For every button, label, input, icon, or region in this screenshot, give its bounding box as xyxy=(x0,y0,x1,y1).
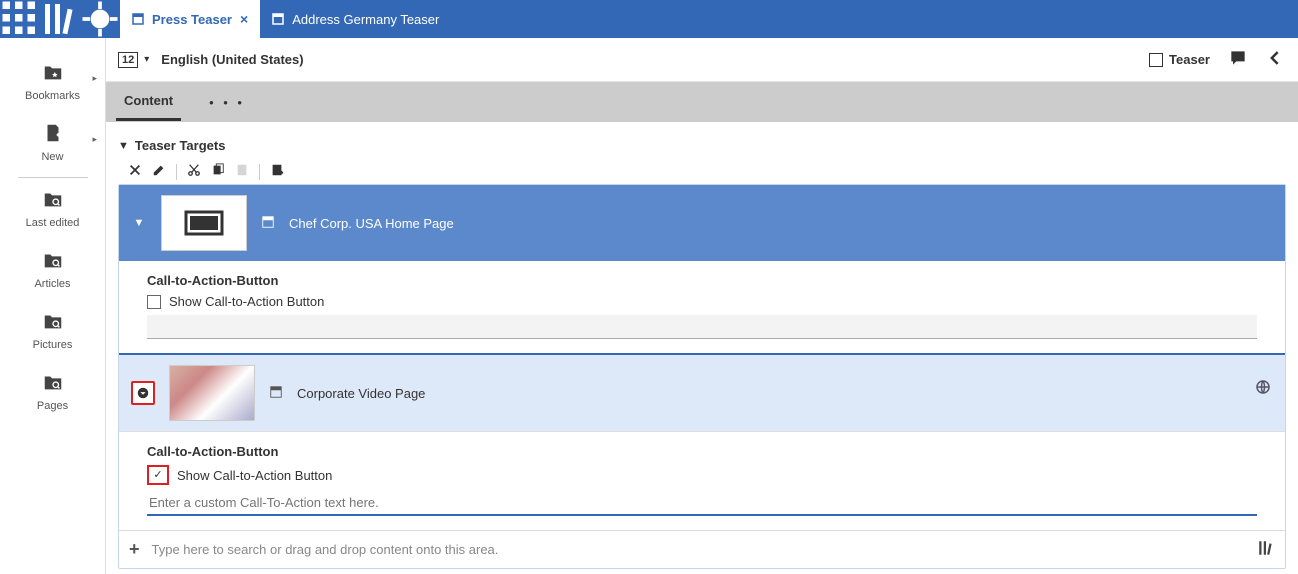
comments-icon[interactable] xyxy=(1228,48,1248,71)
sidebar-item-bookmarks[interactable]: Bookmarks ▸ xyxy=(0,53,105,114)
locale-selector[interactable]: 12 ▾ xyxy=(118,52,149,68)
edit-icon[interactable] xyxy=(152,163,166,180)
sidebar-item-label: Bookmarks xyxy=(0,90,105,102)
locale-badge-count: 12 xyxy=(118,52,138,68)
sidebar-item-label: Pages xyxy=(0,400,105,412)
folder-search-icon xyxy=(42,371,64,396)
chevron-down-icon: ▾ xyxy=(144,54,149,65)
panel-title-row[interactable]: ▼ Teaser Targets xyxy=(118,132,1286,159)
target-label: Corporate Video Page xyxy=(297,386,425,401)
tab-label: Press Teaser xyxy=(152,12,232,27)
show-cta-checkbox[interactable]: ✓ xyxy=(147,295,161,309)
collapse-caret-icon: ▼ xyxy=(118,140,129,152)
apps-icon[interactable] xyxy=(0,0,40,38)
chevron-right-icon: ▸ xyxy=(92,134,97,145)
target-thumbnail xyxy=(161,195,247,251)
app-topbar: Press Teaser × Address Germany Teaser xyxy=(0,0,1298,38)
panel-title: Teaser Targets xyxy=(135,138,226,153)
library-icon[interactable] xyxy=(1257,539,1275,560)
delete-icon[interactable] xyxy=(128,163,142,180)
target-header[interactable]: ▼ Chef Corp. USA Home Page xyxy=(119,185,1285,261)
sidebar-item-new[interactable]: New ▸ xyxy=(0,114,105,175)
cta-checkbox-label: Show Call-to-Action Button xyxy=(177,468,332,483)
target-label: Chef Corp. USA Home Page xyxy=(289,216,454,231)
locale-bar: 12 ▾ English (United States) Teaser xyxy=(106,38,1298,82)
cta-checkbox-row: ✓ Show Call-to-Action Button xyxy=(147,294,1257,309)
paste-icon[interactable] xyxy=(235,163,249,180)
cta-section: Call-to-Action-Button ✓ Show Call-to-Act… xyxy=(119,261,1285,353)
targets-toolbar xyxy=(118,159,1286,184)
folder-search-icon xyxy=(42,310,64,335)
sidebar: Bookmarks ▸ New ▸ Last edited Articles P… xyxy=(0,38,106,574)
content-tab-row: Content • • • xyxy=(106,82,1298,122)
add-hint: Type here to search or drag and drop con… xyxy=(152,542,499,557)
tab-label: Address Germany Teaser xyxy=(292,12,439,27)
library-icon[interactable] xyxy=(40,0,80,38)
folder-search-icon xyxy=(42,188,64,213)
cta-text-input[interactable] xyxy=(147,315,1257,339)
sidebar-item-label: Last edited xyxy=(0,217,105,229)
sidebar-item-articles[interactable]: Articles xyxy=(0,241,105,302)
cta-section: Call-to-Action-Button ✓ Show Call-to-Act… xyxy=(119,432,1285,530)
tab-content[interactable]: Content xyxy=(116,83,181,121)
separator xyxy=(259,164,260,180)
sidebar-item-last-edited[interactable]: Last edited xyxy=(0,180,105,241)
sidebar-item-label: New xyxy=(0,151,105,163)
type-indicator: Teaser xyxy=(1149,52,1210,67)
type-label: Teaser xyxy=(1169,52,1210,67)
locale-name: English (United States) xyxy=(161,52,303,67)
teaser-type-icon xyxy=(1149,53,1163,67)
main-area: 12 ▾ English (United States) Teaser Cont… xyxy=(106,38,1298,574)
page-icon xyxy=(261,215,275,232)
tab-address-germany-teaser[interactable]: Address Germany Teaser xyxy=(260,0,451,38)
sidebar-item-pictures[interactable]: Pictures xyxy=(0,302,105,363)
globe-icon[interactable] xyxy=(1255,379,1271,398)
expand-caret-icon[interactable] xyxy=(131,381,155,405)
target-list: ▼ Chef Corp. USA Home Page Call-to-Actio… xyxy=(118,184,1286,569)
right-tools: Teaser xyxy=(1149,48,1286,71)
sidebar-item-label: Pictures xyxy=(0,339,105,351)
close-icon[interactable]: × xyxy=(240,11,248,27)
chevron-right-icon: ▸ xyxy=(92,73,97,84)
tab-more-icon[interactable]: • • • xyxy=(201,85,253,120)
cta-title: Call-to-Action-Button xyxy=(147,273,1257,288)
show-cta-checkbox[interactable]: ✓ xyxy=(147,465,169,485)
add-icon[interactable]: + xyxy=(129,539,140,560)
expand-caret-icon[interactable]: ▼ xyxy=(131,217,147,229)
cta-checkbox-row: ✓ Show Call-to-Action Button xyxy=(147,465,1257,485)
add-target-row: + Type here to search or drag and drop c… xyxy=(119,530,1285,568)
folder-search-icon xyxy=(42,249,64,274)
page-icon xyxy=(269,385,283,402)
cut-icon[interactable] xyxy=(187,163,201,180)
cta-text-input[interactable] xyxy=(147,491,1257,516)
cta-checkbox-label: Show Call-to-Action Button xyxy=(169,294,324,309)
copy-icon[interactable] xyxy=(211,163,225,180)
content-area: ▼ Teaser Targets ▼ xyxy=(106,122,1298,574)
cta-title: Call-to-Action-Button xyxy=(147,444,1257,459)
sidebar-item-pages[interactable]: Pages xyxy=(0,363,105,424)
sidebar-item-label: Articles xyxy=(0,278,105,290)
target-thumbnail xyxy=(169,365,255,421)
paste-link-icon[interactable] xyxy=(270,163,284,180)
tab-press-teaser[interactable]: Press Teaser × xyxy=(120,0,260,38)
sidebar-divider xyxy=(18,177,88,178)
target-header[interactable]: Corporate Video Page xyxy=(119,355,1285,431)
separator xyxy=(176,164,177,180)
navigate-icon[interactable] xyxy=(80,0,120,38)
new-doc-icon xyxy=(42,122,64,147)
folder-star-icon xyxy=(42,61,64,86)
collapse-panel-icon[interactable] xyxy=(1266,48,1286,71)
